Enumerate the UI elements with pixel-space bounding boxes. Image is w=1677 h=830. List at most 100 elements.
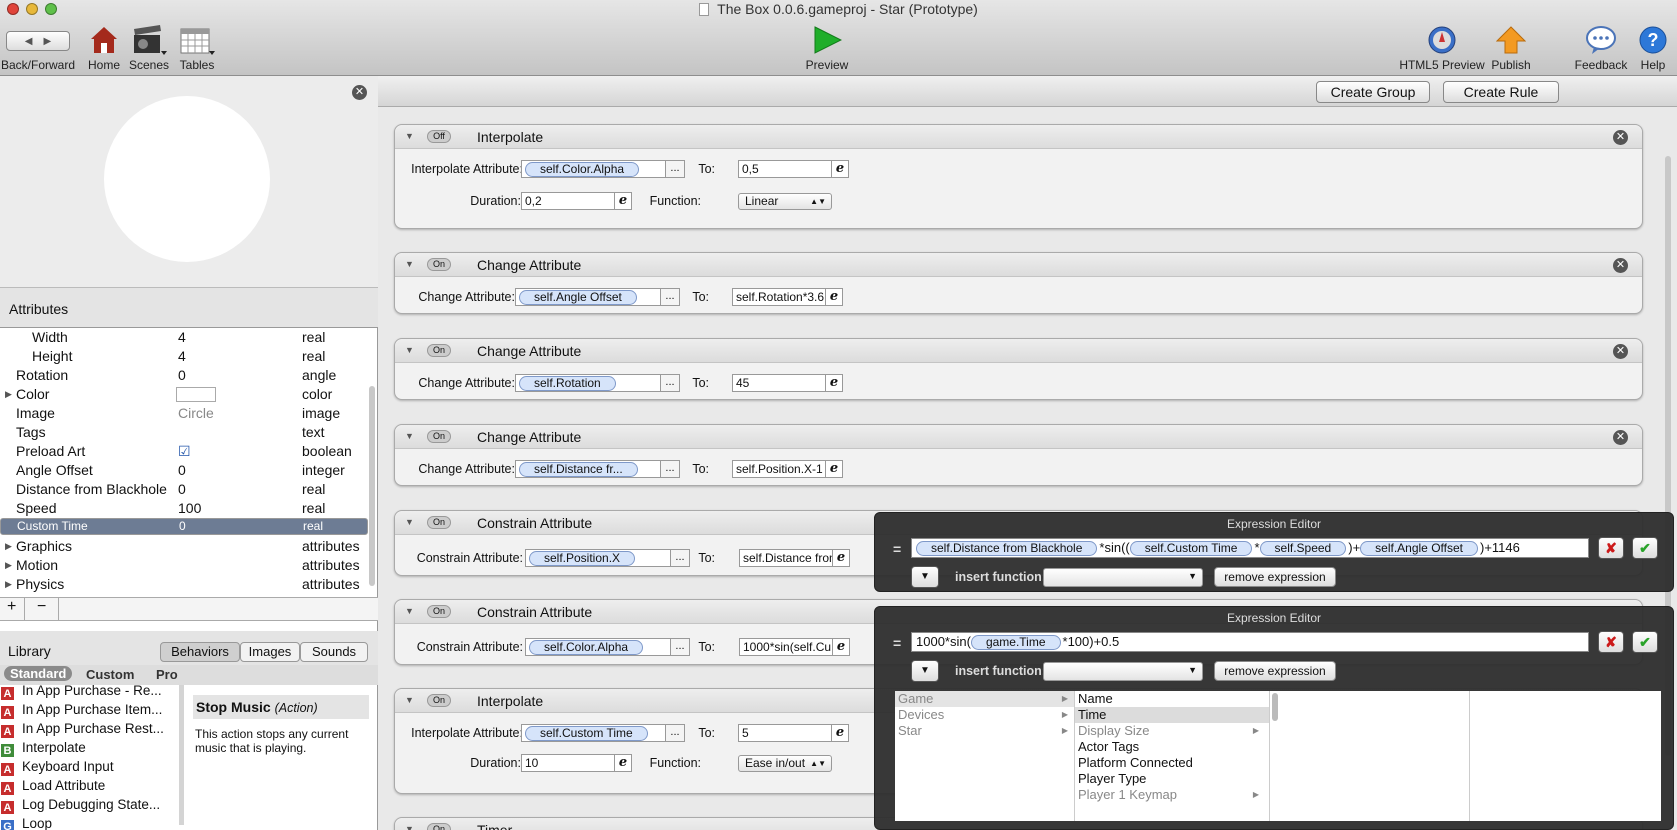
subtab-standard[interactable]: Standard [4, 666, 73, 681]
tables-button[interactable]: Tables [179, 25, 215, 72]
expression-input[interactable]: self.Distance from Blackhole *sin((self.C… [911, 538, 1589, 558]
browser-item[interactable]: Name [1075, 691, 1269, 707]
back-forward-arrows-icon[interactable]: ◀ ▶ [6, 31, 70, 51]
on-off-toggle[interactable]: On [427, 694, 451, 707]
publish-button[interactable]: Publish [1491, 25, 1531, 72]
attribute-group-row[interactable]: ▶ Motion attributes [0, 556, 368, 575]
attribute-value[interactable]: Circle [178, 404, 214, 423]
list-scrollbar[interactable] [179, 685, 184, 825]
disclosure-triangle-icon[interactable]: ▼ [405, 431, 414, 441]
confirm-icon[interactable]: ✔ [1632, 631, 1658, 653]
close-icon[interactable]: ✕ [1613, 130, 1628, 145]
on-off-toggle[interactable]: Off [427, 130, 451, 143]
disclosure-triangle-icon[interactable]: ▶ [5, 556, 12, 575]
expression-pill[interactable]: self.Distance from Blackhole [916, 541, 1098, 556]
remove-attribute-button[interactable]: − [37, 598, 46, 616]
attribute-value[interactable]: 100 [178, 499, 201, 518]
attribute-row[interactable]: Angle Offset 0 integer [0, 461, 368, 480]
close-icon[interactable]: ✕ [1613, 430, 1628, 445]
disclosure-triangle-icon[interactable]: ▶ [5, 537, 12, 556]
attribute-value[interactable]: 0 [179, 519, 186, 534]
on-off-toggle[interactable]: On [427, 430, 451, 443]
tab-sounds[interactable]: Sounds [300, 642, 368, 662]
expression-input[interactable]: 1000*sin(game.Time *100)+0.5 [911, 632, 1589, 652]
list-item[interactable]: A Log Debugging State... [0, 795, 176, 814]
expression-editor-button[interactable]: e [825, 374, 843, 392]
close-icon[interactable]: ✕ [352, 85, 367, 100]
browser-item[interactable]: Display Size ▶ [1075, 723, 1269, 739]
confirm-icon[interactable]: ✔ [1632, 537, 1658, 559]
function-select[interactable]: Ease in/out ▲▼ [738, 755, 832, 772]
subtab-pro[interactable]: Pro [156, 667, 178, 682]
close-icon[interactable]: ✕ [1613, 344, 1628, 359]
disclosure-triangle-icon[interactable]: ▼ [405, 606, 414, 616]
scenes-button[interactable]: Scenes [129, 25, 169, 72]
attribute-value[interactable]: 0 [178, 366, 186, 385]
list-item[interactable]: B Interpolate [0, 738, 176, 757]
disclosure-triangle-icon[interactable]: ▼ [405, 517, 414, 527]
expression-pill[interactable]: self.Angle Offset [1360, 541, 1478, 556]
function-select[interactable]: Linear ▲▼ [738, 193, 832, 210]
tab-images[interactable]: Images [240, 642, 300, 662]
attribute-value[interactable]: 4 [178, 328, 186, 347]
browser-item[interactable]: Platform Connected [1075, 755, 1269, 771]
browser-item[interactable]: Star ▶ [895, 723, 1074, 739]
on-off-toggle[interactable]: On [427, 516, 451, 529]
disclosure-triangle-icon[interactable]: ▼ [405, 345, 414, 355]
browser-item[interactable]: Devices ▶ [895, 707, 1074, 723]
tab-behaviors[interactable]: Behaviors [160, 642, 240, 662]
expression-pill[interactable]: self.Custom Time [1129, 541, 1253, 556]
browser-scrollbar[interactable] [1272, 693, 1278, 721]
disclosure-triangle-icon[interactable]: ▼ [405, 695, 414, 705]
insert-dropdown-button[interactable]: ▼ [911, 566, 939, 588]
on-off-toggle[interactable]: On [427, 605, 451, 618]
to-value-input[interactable]: self.Position.X-1 [732, 460, 826, 478]
list-item[interactable]: A In App Purchase Rest... [0, 719, 176, 738]
add-attribute-button[interactable]: + [7, 598, 16, 616]
list-item[interactable]: A In App Purchase Item... [0, 700, 176, 719]
attribute-row[interactable]: Preload Art ☑ boolean [0, 442, 368, 461]
disclosure-triangle-icon[interactable]: ▶ [5, 575, 12, 594]
attribute-row-selected[interactable]: Custom Time 0 real [0, 518, 368, 535]
insert-function-select[interactable]: ▼ [1043, 662, 1203, 681]
back-forward-button[interactable]: ◀ ▶ Back/Forward [1, 25, 75, 72]
attribute-value[interactable]: 4 [178, 347, 186, 366]
browser-item[interactable]: Game ▶ [895, 691, 1074, 707]
attribute-row[interactable]: Width 4 real [0, 328, 368, 347]
home-button[interactable]: Home [88, 25, 120, 72]
cancel-icon[interactable]: ✘ [1598, 537, 1624, 559]
color-swatch[interactable] [176, 387, 216, 402]
checkbox[interactable]: ☑ [178, 442, 191, 461]
attribute-row[interactable]: Image Circle image [0, 404, 368, 423]
list-item[interactable]: G Loop [0, 814, 176, 830]
insert-function-select[interactable]: ▼ [1043, 568, 1203, 587]
to-value-input[interactable]: 0,5 [738, 160, 832, 178]
to-value-input[interactable]: self.Rotation*3.6 [732, 288, 826, 306]
expression-editor-button[interactable]: e [825, 460, 843, 478]
expression-pill[interactable]: game.Time [970, 635, 1061, 650]
help-button[interactable]: ? Help [1638, 25, 1668, 72]
close-icon[interactable]: ✕ [1613, 258, 1628, 273]
to-value-input[interactable]: 45 [732, 374, 826, 392]
to-value-input[interactable]: 5 [738, 724, 832, 742]
on-off-toggle[interactable]: On [427, 344, 451, 357]
on-off-toggle[interactable]: On [427, 258, 451, 271]
browser-item[interactable]: Player 1 Keymap ▶ [1075, 787, 1269, 803]
attribute-row[interactable]: Speed 100 real [0, 499, 368, 518]
list-item[interactable]: A Load Attribute [0, 776, 176, 795]
expression-editor-button[interactable]: e [825, 288, 843, 306]
disclosure-triangle-icon[interactable]: ▼ [405, 131, 414, 141]
browser-item[interactable]: Actor Tags [1075, 739, 1269, 755]
list-item[interactable]: A Keyboard Input [0, 757, 176, 776]
disclosure-triangle-icon[interactable]: ▶ [5, 385, 12, 404]
browser-item-selected[interactable]: Time [1075, 707, 1269, 723]
attribute-group-row[interactable]: ▶ Graphics attributes [0, 537, 368, 556]
subtab-custom[interactable]: Custom [86, 667, 134, 682]
create-rule-button[interactable]: Create Rule [1443, 81, 1559, 103]
attributes-scrollbar[interactable] [369, 386, 375, 586]
attribute-value[interactable]: 0 [178, 461, 186, 480]
to-value-input[interactable]: self.Distance from [739, 549, 833, 567]
attribute-row[interactable]: Rotation 0 angle [0, 366, 368, 385]
disclosure-triangle-icon[interactable]: ▼ [405, 259, 414, 269]
on-off-toggle[interactable]: On [427, 823, 451, 830]
